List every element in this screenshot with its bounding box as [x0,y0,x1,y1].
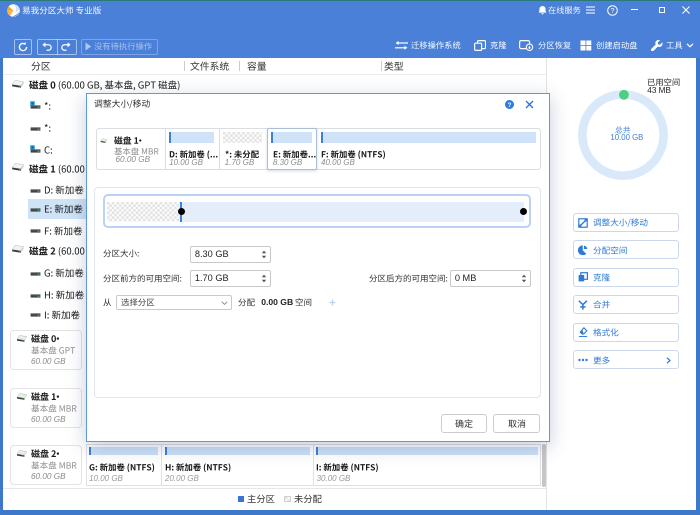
svg-text:?: ? [611,8,615,15]
svg-text:?: ? [507,102,511,109]
